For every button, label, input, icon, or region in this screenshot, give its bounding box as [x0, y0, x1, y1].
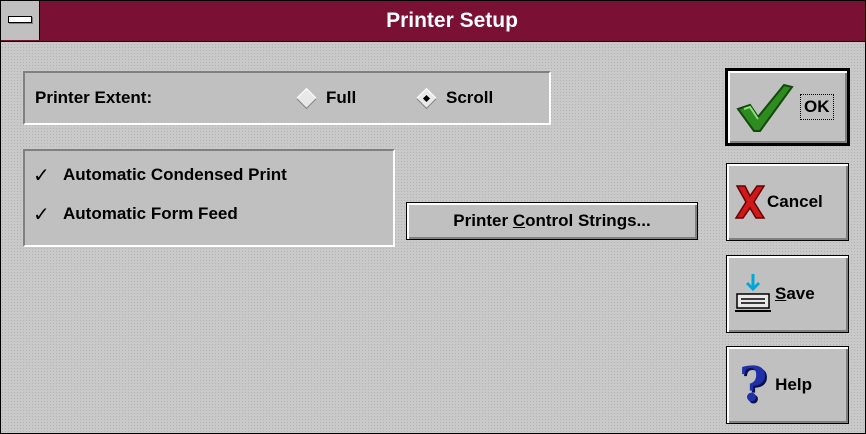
save-icon	[735, 274, 771, 312]
extent-scroll-radio[interactable]: Scroll	[415, 87, 494, 109]
form-feed-checkbox[interactable]: ✓ Automatic Form Feed	[33, 204, 238, 224]
help-button[interactable]: ? Help	[726, 346, 849, 424]
x-icon	[734, 185, 766, 219]
control-strings-label-pre: Printer	[453, 211, 513, 230]
question-icon: ?	[739, 357, 768, 413]
help-label: Help	[775, 375, 812, 394]
extent-scroll-label: Scroll	[446, 88, 494, 107]
save-label-rest: ave	[786, 284, 815, 303]
window-title: Printer Setup	[386, 9, 518, 32]
control-strings-label-post: ontrol Strings...	[525, 211, 651, 230]
printer-extent-group: Printer Extent: Full Scroll	[23, 71, 551, 125]
system-menu-button[interactable]	[1, 1, 40, 40]
control-strings-mnemonic: C	[512, 211, 526, 230]
print-options-group: ✓ Automatic Condensed Print ✓ Automatic …	[23, 149, 395, 247]
form-feed-label: Automatic Form Feed	[63, 204, 238, 223]
extent-full-label: Full	[326, 88, 357, 107]
printer-setup-dialog: Printer Setup Printer Extent: Full Scrol…	[0, 0, 866, 434]
cancel-button[interactable]: Cancel	[726, 163, 849, 241]
condensed-print-label: Automatic Condensed Print	[63, 165, 287, 184]
radio-unselected-icon	[295, 87, 318, 109]
save-button[interactable]: Save	[726, 255, 849, 333]
ok-button[interactable]: OK	[725, 68, 850, 146]
radio-selected-icon	[415, 87, 438, 109]
printer-extent-label: Printer Extent:	[35, 88, 153, 107]
check-icon: ✓	[33, 163, 50, 187]
condensed-print-checkbox[interactable]: ✓ Automatic Condensed Print	[33, 165, 287, 185]
check-icon: ✓	[33, 202, 50, 226]
checkmark-icon	[736, 83, 794, 132]
cancel-label: Cancel	[767, 192, 823, 211]
save-label-mnemonic: S	[775, 284, 787, 303]
printer-control-strings-button[interactable]: Printer Control Strings...	[406, 202, 698, 240]
title-bar: Printer Setup	[1, 1, 865, 42]
extent-full-radio[interactable]: Full	[295, 87, 357, 109]
system-menu-icon	[8, 16, 32, 23]
ok-label: OK	[800, 94, 834, 120]
